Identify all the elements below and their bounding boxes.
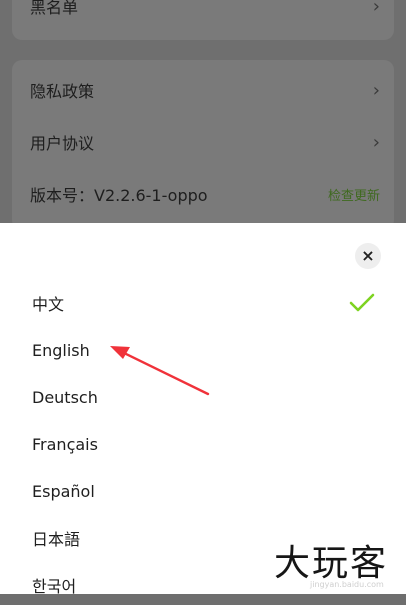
watermark-site: jingyan.baidu.com xyxy=(310,580,384,589)
check-update-link[interactable]: 检查更新 xyxy=(328,185,380,204)
close-button[interactable]: × xyxy=(355,243,381,269)
setting-row-user-agreement[interactable]: 用户协议 › xyxy=(30,122,380,162)
language-bottom-sheet: × 中文 English Deutsch Français Español 日本… xyxy=(0,223,406,596)
setting-row-version: 版本号：V2.2.6-1-oppo 检查更新 xyxy=(30,174,380,214)
setting-row-blacklist[interactable]: 黑名单 › xyxy=(30,0,380,26)
setting-row-privacy-policy[interactable]: 隐私政策 › xyxy=(30,70,380,110)
chevron-right-icon: › xyxy=(372,0,380,17)
language-label: 中文 xyxy=(32,295,65,314)
language-option-francais[interactable]: Français xyxy=(32,424,362,464)
chevron-right-icon: › xyxy=(372,79,380,101)
language-label: 한국어 xyxy=(32,577,77,596)
settings-card-top: 黑名单 › xyxy=(12,0,394,40)
language-label: Español xyxy=(32,481,95,501)
setting-row-label: 隐私政策 xyxy=(30,82,95,101)
language-label: Deutsch xyxy=(32,387,98,407)
language-label: Français xyxy=(32,434,98,454)
settings-card-about: 隐私政策 › 用户协议 › 版本号：V2.2.6-1-oppo 检查更新 xyxy=(12,60,394,230)
annotation-arrow-icon xyxy=(110,346,210,396)
language-label: English xyxy=(32,340,90,360)
check-icon xyxy=(349,293,375,312)
setting-row-label: 黑名单 xyxy=(30,0,79,17)
chevron-right-icon: › xyxy=(372,131,380,153)
close-icon: × xyxy=(361,246,375,265)
language-label: 日本語 xyxy=(32,530,81,549)
version-label: 版本号：V2.2.6-1-oppo xyxy=(30,186,208,205)
language-option-chinese[interactable]: 中文 xyxy=(32,283,362,323)
setting-row-label: 用户协议 xyxy=(30,134,95,153)
language-option-espanol[interactable]: Español xyxy=(32,471,362,511)
